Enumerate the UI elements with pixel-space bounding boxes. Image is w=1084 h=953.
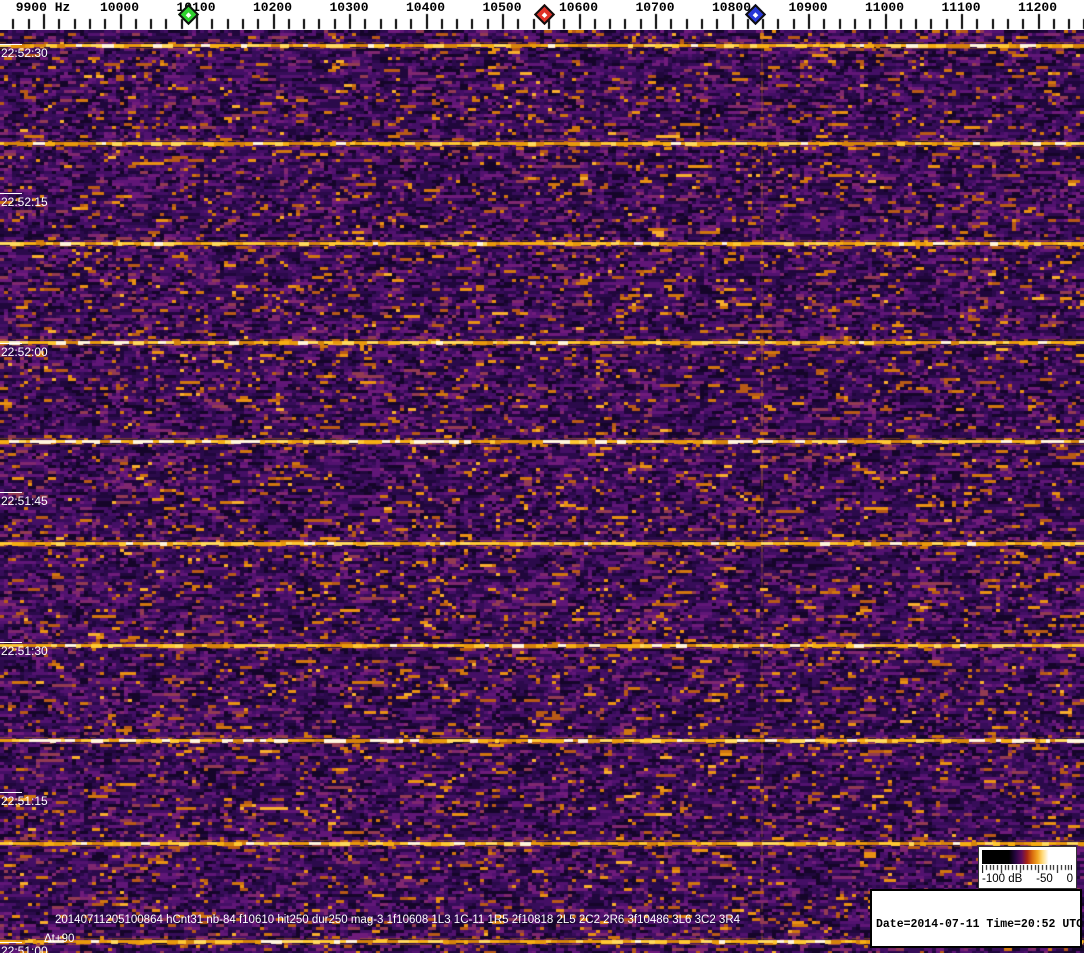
freq-tick-label: 10600	[558, 0, 599, 15]
db-colorbar: -100 dB -50 0	[978, 846, 1077, 889]
time-tick	[0, 44, 22, 45]
colorbar-ticks	[982, 865, 1072, 873]
freq-tick-label: 10400	[405, 0, 446, 15]
time-label: 22:51:30	[1, 644, 48, 658]
time-label: 22:51:00	[1, 944, 48, 953]
colorbar-labels: -100 dB -50 0	[982, 873, 1073, 885]
time-tick	[0, 642, 22, 643]
freq-tick-label: 11200	[1017, 0, 1058, 15]
time-label: 22:52:30	[1, 46, 48, 60]
detection-annotation: 20140711205100864 hCnt31 nb-84 f10610 hi…	[55, 914, 741, 926]
freq-tick-label: 10200	[252, 0, 293, 15]
time-tick	[0, 942, 22, 943]
freq-tick-label: 11000	[864, 0, 905, 15]
delta-t-label: Δt+90	[44, 933, 75, 945]
time-label: 22:52:15	[1, 195, 48, 209]
colorbar-label-mid: -50	[1036, 873, 1053, 885]
observation-info-box: Date=2014-07-11 Time=20:52 UTC Freq=143 …	[870, 889, 1084, 948]
colorbar-label-max: 0	[1066, 873, 1073, 885]
marker-center-dot	[185, 11, 192, 18]
freq-tick-label: 9900 Hz	[15, 0, 71, 15]
time-label: 22:52:00	[1, 345, 48, 359]
freq-tick-label: 10300	[329, 0, 369, 15]
spectrogram-display[interactable]	[0, 30, 1084, 953]
freq-tick-label: 10700	[635, 0, 675, 15]
time-tick	[0, 492, 22, 493]
time-tick	[0, 343, 22, 344]
time-label: 22:51:15	[1, 794, 48, 808]
marker-center-dot	[752, 11, 759, 18]
freq-tick-label: 10000	[99, 0, 140, 15]
time-tick	[0, 792, 22, 793]
info-date-time: Date=2014-07-11 Time=20:52 UTC	[876, 918, 1084, 931]
time-label: 22:51:45	[1, 494, 48, 508]
spectrogram-app-window: 9900 Hz 10000 10100 10200 10300 10400 10500 106…	[0, 0, 1084, 953]
marker-center-dot	[541, 11, 548, 18]
time-tick	[0, 193, 22, 194]
frequency-ruler[interactable]: 9900 Hz 10000 10100 10200 10300 10400 10500 106…	[0, 0, 1084, 30]
colorbar-label-min: -100 dB	[982, 873, 1023, 885]
freq-tick-label: 11100	[941, 0, 981, 15]
colorbar-gradient	[982, 850, 1072, 864]
freq-tick-label: 10500	[482, 0, 522, 15]
freq-tick-label: 10900	[788, 0, 828, 15]
